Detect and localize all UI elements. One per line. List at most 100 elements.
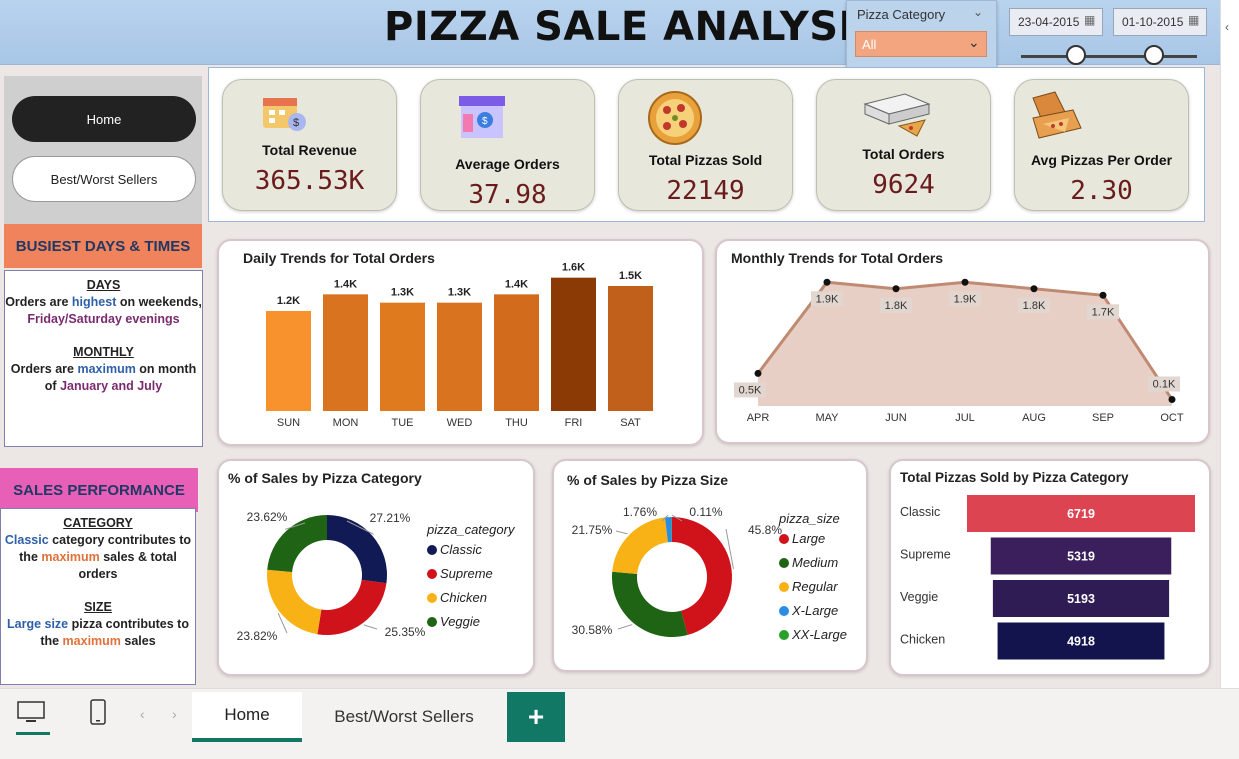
date-slider-end-handle[interactable] [1144, 45, 1164, 65]
daily-x-tick: WED [447, 417, 473, 429]
open-box-icon [1032, 91, 1082, 139]
kpi-value: 9624 [872, 170, 935, 200]
monthly-point-label: 1.8K [1023, 300, 1046, 312]
kpi-card-total-pizzas-sold: Total Pizzas Sold 22149 [618, 79, 793, 211]
donut-slice-label: 30.58% [572, 623, 613, 637]
donut-slice [612, 517, 668, 574]
donut-slice [267, 569, 322, 635]
donut-slice-label: 21.75% [572, 523, 613, 537]
legend-item: XX-Large [791, 627, 847, 642]
legend-item: Chicken [440, 590, 487, 605]
monthly-x-tick: APR [747, 412, 770, 424]
daily-bar [494, 294, 539, 411]
kpi-label: Total Orders [862, 146, 945, 162]
legend-item: Medium [792, 555, 838, 570]
active-view-indicator [16, 732, 50, 735]
daily-bar-label: 1.4K [505, 278, 528, 290]
kpi-value: 37.98 [468, 180, 547, 210]
category-highlight: Classic [4, 533, 49, 547]
chevron-down-icon[interactable]: ⌄ [973, 5, 983, 19]
days-highlight: highest [71, 295, 117, 309]
desktop-view-icon[interactable] [16, 700, 48, 726]
daily-trends-card[interactable]: Daily Trends for Total Orders 1.2K SUN 1.4… [217, 239, 704, 446]
funnel-bar-label: 6719 [1067, 507, 1095, 521]
daily-bar-label: 1.2K [277, 295, 300, 307]
end-date-input[interactable]: 01-10-2015 ▦ [1113, 8, 1207, 36]
monthly-highlight-2: January and July [60, 379, 163, 393]
scroll-left-icon[interactable]: ‹ [140, 706, 145, 722]
daily-x-tick: SAT [620, 417, 641, 429]
kpi-label: Total Pizzas Sold [648, 152, 763, 168]
funnel-category-label: Veggie [900, 590, 938, 604]
donut-slice-label: 1.76% [623, 505, 657, 519]
funnel-bar-label: 4918 [1067, 635, 1095, 649]
category-donut-card[interactable]: % of Sales by Pizza Category 27.21% 25.35… [217, 459, 535, 676]
legend-item: Large [792, 531, 825, 546]
funnel-bar-label: 5319 [1067, 550, 1095, 564]
chevron-left-icon[interactable]: ‹ [1225, 20, 1229, 34]
kpi-value: 2.30 [1070, 176, 1133, 206]
days-text: Orders are [5, 295, 72, 309]
donut-slice-label: 45.8% [748, 523, 782, 537]
size-highlight-2: maximum [62, 634, 121, 648]
filters-pane-collapsed[interactable]: ‹ [1220, 0, 1239, 688]
monthly-x-tick: JUL [955, 412, 975, 424]
funnel-category-label: Chicken [900, 633, 945, 647]
legend-marker [427, 545, 437, 555]
tab-best-worst-sellers[interactable]: Best/Worst Sellers [304, 692, 504, 742]
kpi-label: Average Orders [455, 156, 560, 172]
report-canvas: PIZZA SALE ANALYSIS Pizza Category ⌄ All… [0, 0, 1220, 688]
mobile-view-icon[interactable] [88, 698, 108, 728]
page-title: PIZZA SALE ANALYSIS [384, 4, 884, 50]
sales-note: CATEGORY Classic category contributes to… [0, 508, 196, 685]
donut-slice [327, 515, 387, 584]
monthly-x-tick: JUN [885, 412, 906, 424]
kpi-card-total-revenue: $ Total Revenue 365.53K [222, 79, 397, 211]
calendar-icon[interactable]: ▦ [1188, 13, 1199, 27]
legend-marker [427, 593, 437, 603]
daily-bar-label: 1.6K [562, 262, 585, 274]
size-donut-chart: 45.8% 30.58% 21.75% 1.76% 0.11% pizza_size Lar… [572, 505, 847, 642]
daily-x-tick: SUN [277, 417, 300, 429]
monthly-point [961, 278, 969, 286]
daily-bar-label: 1.3K [448, 287, 471, 299]
monthly-point [1030, 285, 1038, 293]
date-slider-start-handle[interactable] [1066, 45, 1086, 65]
scroll-right-icon[interactable]: › [172, 706, 177, 722]
legend-title: pizza_category [426, 522, 516, 537]
home-nav-button[interactable]: Home [12, 96, 196, 142]
legend-marker [779, 558, 789, 568]
legend-item: X-Large [791, 603, 838, 618]
size-donut-card[interactable]: % of Sales by Pizza Size 45.8% 30.58% 21.7… [552, 459, 868, 672]
legend-item: Regular [792, 579, 838, 594]
monthly-point-label: 0.1K [1153, 378, 1176, 390]
pizza-box-icon [863, 93, 931, 137]
kpi-value: 365.53K [254, 166, 365, 196]
date-slider-track[interactable] [1021, 55, 1197, 58]
category-dropdown[interactable]: All ⌄ [855, 31, 987, 57]
monthly-point-label: 0.5K [739, 384, 762, 396]
category-slicer[interactable]: Pizza Category ⌄ All ⌄ [846, 0, 997, 68]
monthly-trends-card[interactable]: Monthly Trends for Total Orders 0.5K APR 1… [715, 239, 1210, 444]
daily-x-tick: THU [505, 417, 528, 429]
svg-text:$: $ [293, 117, 299, 129]
donut-leader-line [363, 624, 378, 630]
daily-bar-label: 1.4K [334, 278, 357, 290]
days-text-2: on weekends, [116, 295, 202, 309]
legend-marker [779, 582, 789, 592]
legend-item: Veggie [440, 614, 480, 629]
start-date-input[interactable]: 23-04-2015 ▦ [1009, 8, 1103, 36]
daily-bar [551, 277, 596, 411]
category-funnel-card[interactable]: Total Pizzas Sold by Pizza Category 6719… [889, 459, 1211, 676]
donut-slice-label: 25.35% [385, 625, 426, 639]
best-worst-nav-button[interactable]: Best/Worst Sellers [12, 156, 196, 202]
calendar-icon[interactable]: ▦ [1084, 13, 1095, 27]
monthly-point [823, 278, 831, 286]
daily-x-tick: MON [333, 417, 359, 429]
size-heading: SIZE [84, 600, 112, 614]
pizza-icon [648, 91, 702, 145]
tab-home[interactable]: Home [192, 692, 302, 742]
add-page-button[interactable]: + [507, 692, 565, 742]
monthly-x-tick: AUG [1022, 412, 1046, 424]
daily-bar-label: 1.5K [619, 270, 642, 282]
